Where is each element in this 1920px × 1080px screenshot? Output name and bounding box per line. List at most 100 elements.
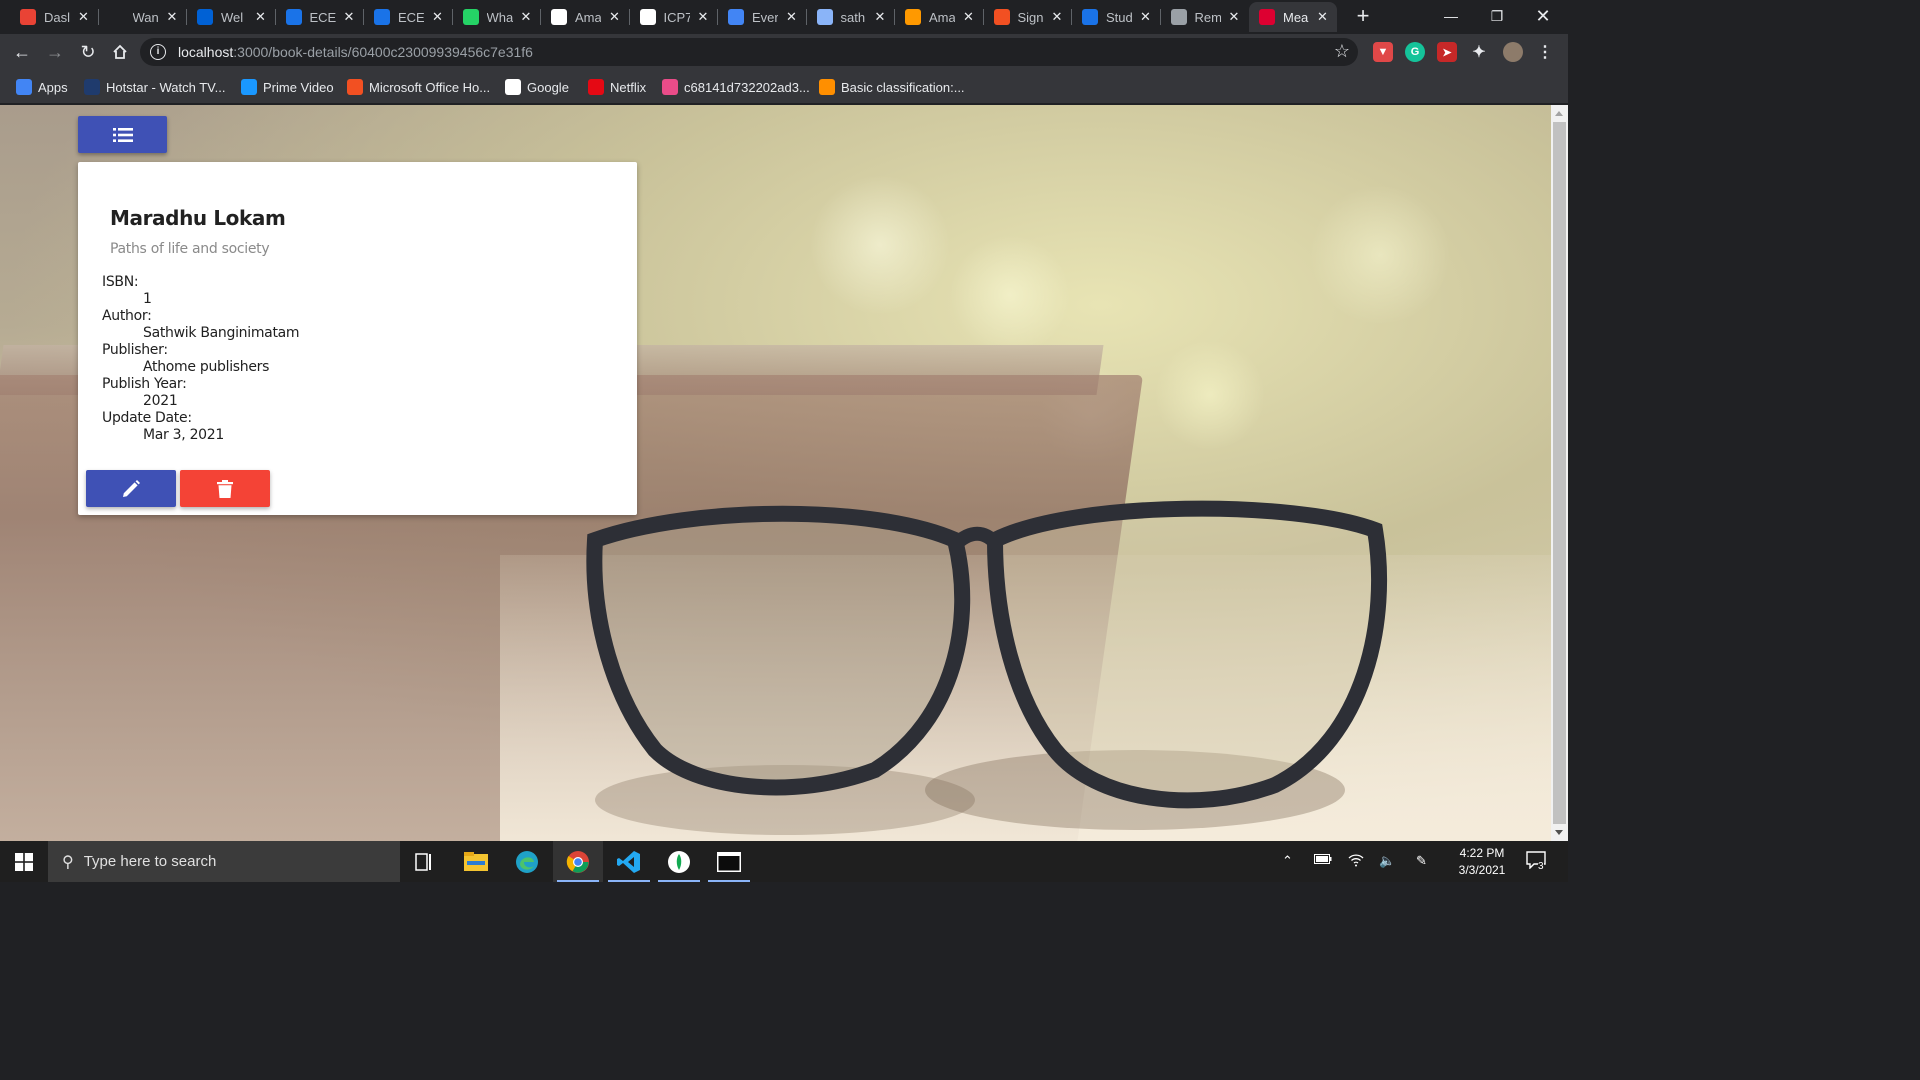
chrome-taskbar-button[interactable]: [553, 841, 603, 882]
server-icon: [816, 9, 833, 25]
bookmark-label: Netflix: [610, 79, 647, 95]
browser-tab[interactable]: sath ✕: [807, 2, 895, 32]
tab-title: Ever: [752, 9, 778, 25]
edge-taskbar-button[interactable]: [502, 841, 552, 882]
delete-book-button[interactable]: [180, 470, 270, 507]
mongodb-compass-taskbar-button[interactable]: [654, 841, 704, 882]
tensorflow-icon: [819, 79, 835, 95]
browser-tab[interactable]: Sign ✕: [984, 2, 1072, 32]
url-text[interactable]: localhost:3000/book-details/60400c230099…: [178, 44, 533, 60]
browser-tab[interactable]: Rem ✕: [1161, 2, 1249, 32]
bookmark-label: Microsoft Office Ho...: [369, 79, 491, 95]
url-host: localhost: [178, 44, 234, 60]
bookmark-star-icon[interactable]: ☆: [1334, 41, 1350, 62]
taskbar-search-box[interactable]: ⚲ Type here to search: [48, 841, 400, 882]
taskbar-search-placeholder: Type here to search: [83, 853, 217, 870]
bookmark-item[interactable]: Prime Video: [241, 78, 334, 96]
grammarly-extension-icon[interactable]: G: [1405, 42, 1425, 62]
bookmark-item[interactable]: Hotstar - Watch TV...: [84, 78, 225, 96]
close-tab-icon[interactable]: ✕: [1049, 9, 1065, 25]
extensions-puzzle-icon[interactable]: ✦: [1469, 42, 1489, 62]
volume-icon[interactable]: 🔈: [1379, 853, 1395, 869]
vscode-taskbar-button[interactable]: [604, 841, 654, 882]
system-clock[interactable]: 4:22 PM 3/3/2021: [1442, 845, 1522, 879]
site-info-icon[interactable]: i: [150, 44, 166, 60]
close-tab-icon[interactable]: ✕: [695, 9, 711, 25]
browser-tab[interactable]: ECE ✕: [276, 2, 364, 32]
bookmark-item[interactable]: Microsoft Office Ho...: [347, 78, 490, 96]
minimize-button[interactable]: —: [1428, 0, 1474, 32]
close-tab-icon[interactable]: ✕: [76, 9, 92, 25]
bookmark-item[interactable]: Google: [505, 78, 569, 96]
rocket-extension-icon[interactable]: ➤: [1437, 42, 1457, 62]
browser-tab[interactable]: Ama ✕: [541, 2, 629, 32]
reload-button[interactable]: ↻: [76, 40, 100, 64]
show-hidden-icons-button[interactable]: ⌃: [1282, 853, 1293, 869]
pen-workspace-icon[interactable]: ✎: [1416, 853, 1427, 869]
browser-tab[interactable]: ECE ✕: [364, 2, 452, 32]
close-tab-icon[interactable]: ✕: [341, 9, 357, 25]
browser-tab[interactable]: Dasl ✕: [10, 2, 98, 32]
action-center-button[interactable]: 3: [1526, 851, 1546, 872]
tab-title: ICP7: [663, 9, 690, 25]
microsoft-icon: [347, 79, 363, 95]
close-tab-icon[interactable]: ✕: [961, 9, 977, 25]
close-tab-icon[interactable]: ✕: [1226, 9, 1242, 25]
task-view-button[interactable]: [400, 841, 450, 882]
url-path: :3000/book-details/60400c23009939456c7e3…: [233, 44, 533, 60]
close-tab-icon[interactable]: ✕: [1138, 9, 1154, 25]
scroll-down-arrow-icon[interactable]: [1555, 830, 1563, 835]
pocket-extension-icon[interactable]: ▼: [1373, 42, 1393, 62]
browser-tab[interactable]: Wan ✕: [99, 2, 187, 32]
close-tab-icon[interactable]: ✕: [518, 9, 534, 25]
browser-tab[interactable]: Ever ✕: [718, 2, 806, 32]
bookmark-item[interactable]: Netflix: [588, 78, 646, 96]
scrollbar-thumb[interactable]: [1553, 122, 1566, 824]
new-tab-button[interactable]: +: [1352, 5, 1374, 27]
address-bar[interactable]: i localhost:3000/book-details/60400c2300…: [140, 38, 1358, 66]
back-button[interactable]: ←: [10, 40, 34, 64]
file-explorer-taskbar-button[interactable]: [451, 841, 501, 882]
browser-menu-icon[interactable]: ⋮: [1535, 42, 1555, 62]
tab-title: sath: [840, 9, 866, 25]
bookmark-item[interactable]: Apps: [16, 78, 68, 96]
scroll-up-arrow-icon[interactable]: [1555, 111, 1563, 116]
close-tab-icon[interactable]: ✕: [872, 9, 888, 25]
wifi-icon[interactable]: [1348, 853, 1364, 870]
restore-button[interactable]: ❐: [1474, 0, 1520, 32]
author-label: Author:: [102, 308, 152, 324]
edit-book-button[interactable]: [86, 470, 176, 507]
terminal-taskbar-button[interactable]: [704, 841, 754, 882]
update-date-value: Mar 3, 2021: [143, 427, 225, 443]
browser-tab[interactable]: Wel ✕: [187, 2, 275, 32]
wandb-icon: [108, 9, 125, 25]
start-button[interactable]: [0, 841, 48, 882]
close-window-button[interactable]: ✕: [1520, 0, 1566, 32]
edge-icon: [516, 850, 538, 873]
trash-icon: [217, 479, 233, 498]
close-tab-icon[interactable]: ✕: [607, 9, 623, 25]
browser-tab[interactable]: Ama ✕: [895, 2, 983, 32]
close-tab-icon[interactable]: ✕: [1315, 9, 1331, 25]
dashboard-icon: [20, 9, 36, 25]
browser-tab[interactable]: Wha ✕: [453, 2, 541, 32]
close-tab-icon[interactable]: ✕: [164, 9, 180, 25]
clock-time: 4:22 PM: [1459, 846, 1505, 860]
home-button[interactable]: [108, 40, 132, 64]
bookmark-label: Prime Video: [263, 79, 334, 95]
profile-avatar[interactable]: [1503, 42, 1523, 62]
tab-title: Ama: [929, 9, 955, 25]
close-tab-icon[interactable]: ✕: [430, 9, 446, 25]
browser-tab[interactable]: ICP7 ✕: [630, 2, 718, 32]
page-scrollbar[interactable]: [1551, 105, 1568, 841]
browser-tab[interactable]: Mea ✕: [1249, 2, 1337, 32]
forward-button[interactable]: →: [43, 40, 67, 64]
bookmark-item[interactable]: c68141d732202ad3...: [662, 78, 810, 96]
book-list-button[interactable]: [78, 116, 167, 153]
browser-tab[interactable]: Stud ✕: [1072, 2, 1160, 32]
close-tab-icon[interactable]: ✕: [784, 9, 800, 25]
bookmark-item[interactable]: Basic classification:...: [819, 78, 965, 96]
close-tab-icon[interactable]: ✕: [253, 9, 269, 25]
battery-icon[interactable]: [1314, 853, 1332, 868]
globe-icon: [1170, 9, 1187, 25]
